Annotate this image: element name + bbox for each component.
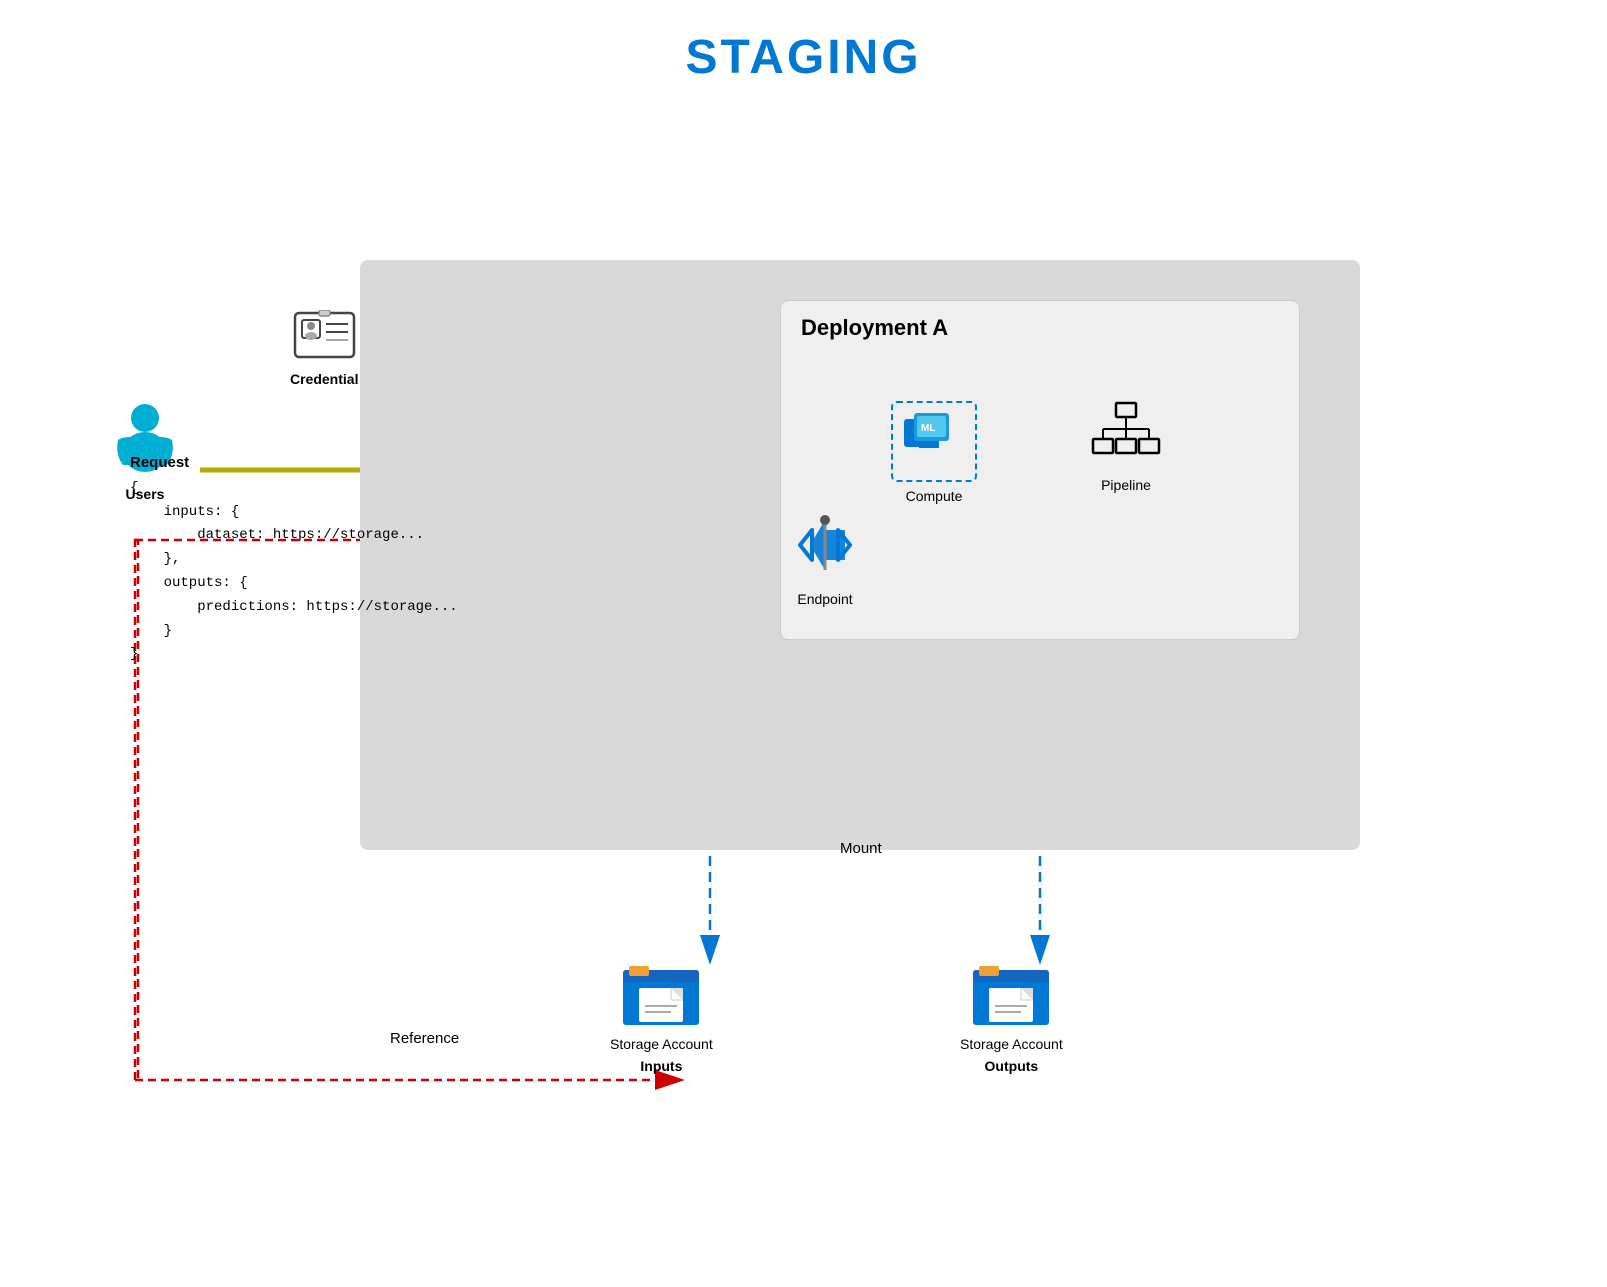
credential-svg-icon [292,310,357,365]
svg-text:ML: ML [921,423,935,434]
storage-inputs-svg [621,960,701,1030]
compute-svg-icon: ML [899,409,969,469]
endpoint-label: Endpoint [790,591,860,607]
diagram-container: Deployment A ML Compute [80,160,1520,1240]
storage-outputs-label2: Outputs [960,1058,1063,1074]
compute-label: Compute [891,488,977,504]
credential-icon-container: Credential [290,310,358,387]
endpoint-icon-container: Endpoint [790,510,860,607]
endpoint-svg-icon [790,510,860,580]
request-code: { inputs: { dataset: https://storage... … [130,480,458,663]
storage-inputs-label1: Storage Account [610,1036,713,1052]
storage-outputs-label1: Storage Account [960,1036,1063,1052]
pipeline-label: Pipeline [1091,477,1161,493]
reference-label: Reference [390,1030,459,1047]
compute-dashed-border: ML [891,401,977,482]
storage-outputs-container: Storage Account Outputs [960,960,1063,1074]
mount-label: Mount [840,840,882,857]
compute-icon-container: ML Compute [891,401,977,504]
storage-inputs-label2: Inputs [610,1058,713,1074]
request-block: Request { inputs: { dataset: https://sto… [130,450,458,667]
pipeline-svg-icon [1091,401,1161,466]
storage-outputs-svg [971,960,1051,1030]
page-title: STAGING [0,0,1607,85]
system-box: Deployment A ML Compute [360,260,1360,850]
credential-label: Credential [290,371,358,387]
storage-inputs-container: Storage Account Inputs [610,960,713,1074]
request-label: Request [130,454,189,471]
pipeline-icon-container: Pipeline [1091,401,1161,493]
deployment-title: Deployment A [781,301,1299,341]
